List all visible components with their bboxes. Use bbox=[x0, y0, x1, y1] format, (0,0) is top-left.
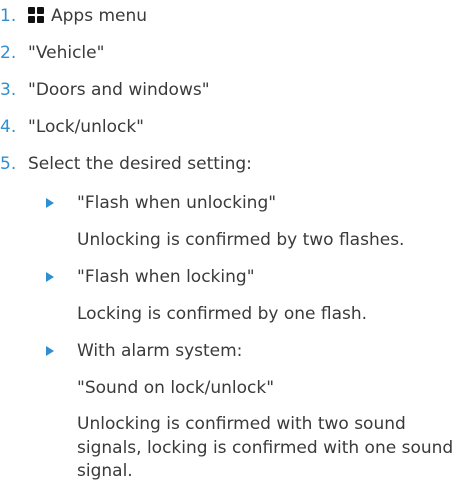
step-text: "Lock/unlock" bbox=[28, 117, 144, 137]
step-text: "Doors and windows" bbox=[28, 80, 210, 100]
option-description: Unlocking is confirmed by two flashes. bbox=[77, 230, 405, 250]
option-label: With alarm system: bbox=[77, 341, 243, 361]
step-number: 2. bbox=[0, 43, 17, 63]
step-number: 4. bbox=[0, 117, 17, 137]
triangle-bullet-icon bbox=[46, 272, 54, 282]
step-text: Select the desired setting: bbox=[28, 154, 252, 174]
option-label: "Flash when locking" bbox=[77, 267, 255, 287]
triangle-bullet-icon bbox=[46, 346, 54, 356]
option-description: Unlocking is confirmed with two sound si… bbox=[77, 414, 454, 481]
option-setting: "Sound on lock/unlock" bbox=[77, 378, 275, 398]
step-text: Apps menu bbox=[51, 6, 148, 26]
instruction-list: 1. Apps menu 2. "Vehicle" 3. "Doors and … bbox=[0, 0, 469, 499]
step-text: "Vehicle" bbox=[28, 43, 105, 63]
apps-menu-grid-icon bbox=[28, 7, 44, 23]
triangle-bullet-icon bbox=[46, 198, 54, 208]
option-label: "Flash when unlocking" bbox=[77, 193, 277, 213]
step-number: 1. bbox=[0, 6, 17, 26]
step-number: 3. bbox=[0, 80, 17, 100]
step-number: 5. bbox=[0, 154, 17, 174]
option-description: Locking is confirmed by one flash. bbox=[77, 304, 368, 324]
